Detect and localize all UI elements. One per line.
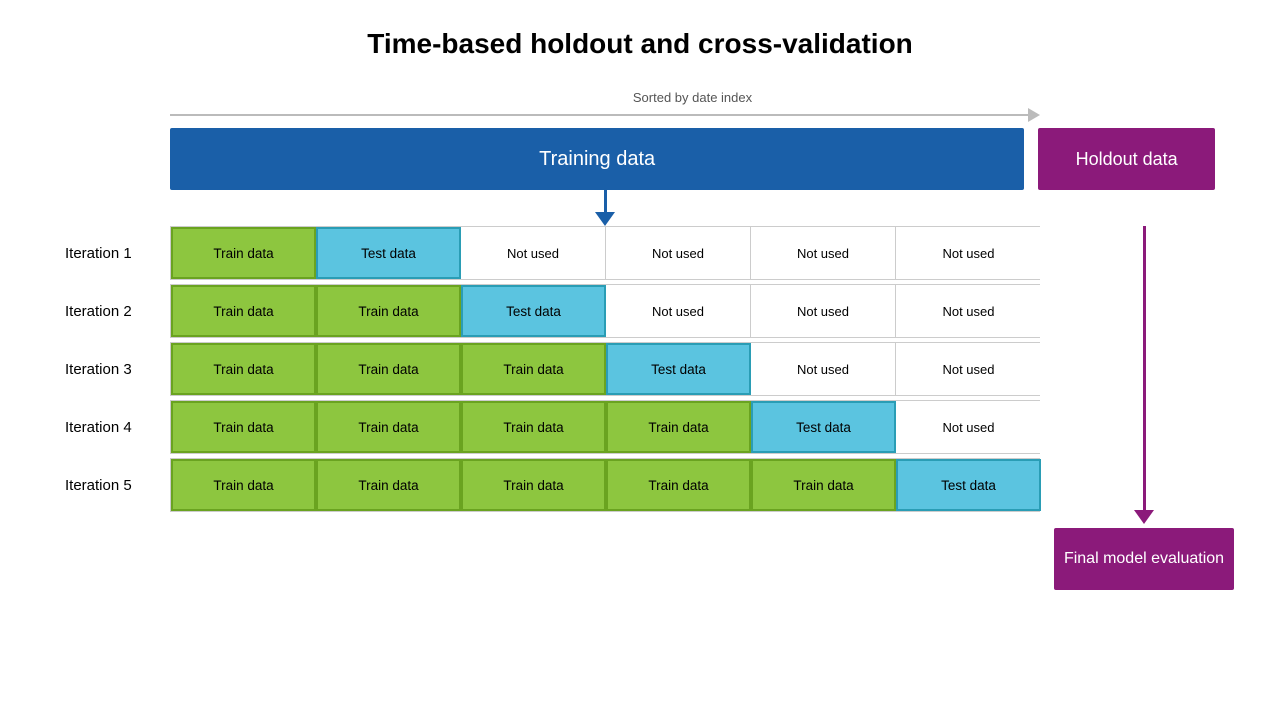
cell-unused: Not used [751,285,896,337]
cell-unused: Not used [606,227,751,279]
cell-train: Train data [751,459,896,511]
iteration-row: Iteration 5Train dataTrain dataTrain dat… [65,458,1040,512]
cell-train: Train data [316,401,461,453]
iteration-row: Iteration 1Train dataTest dataNot usedNo… [65,226,1040,280]
top-data-row: Training data Holdout data [65,128,1215,190]
holdout-bar: Holdout data [1038,128,1215,190]
cells-group: Train dataTest dataNot usedNot usedNot u… [170,226,1040,280]
sorted-label: Sorted by date index [65,90,1215,105]
down-arrow [595,190,615,226]
cells-group: Train dataTrain dataTest dataNot usedNot… [170,284,1040,338]
page-title: Time-based holdout and cross-validation [367,28,913,60]
iterations-and-right: Iteration 1Train dataTest dataNot usedNo… [65,226,1215,590]
horizontal-arrow [170,107,1040,123]
cell-unused: Not used [896,285,1041,337]
iteration-row: Iteration 2Train dataTrain dataTest data… [65,284,1040,338]
cell-unused: Not used [896,401,1041,453]
arrow-tip [1028,108,1040,122]
iterations-section: Iteration 1Train dataTest dataNot usedNo… [65,226,1040,512]
cells-group: Train dataTrain dataTrain dataTrain data… [170,458,1040,512]
cell-train: Train data [606,401,751,453]
cell-train: Train data [316,459,461,511]
cell-unused: Not used [751,227,896,279]
right-arrow-line [1143,226,1146,510]
cell-unused: Not used [751,343,896,395]
iteration-row: Iteration 4Train dataTrain dataTrain dat… [65,400,1040,454]
down-arrow-head [595,212,615,226]
cell-train: Train data [316,343,461,395]
sorted-arrow-row [65,107,1215,123]
cell-test: Test data [316,227,461,279]
cell-test: Test data [751,401,896,453]
right-arrow-head [1134,510,1154,524]
cells-group: Train dataTrain dataTrain dataTest dataN… [170,342,1040,396]
iteration-label: Iteration 3 [65,361,170,378]
right-section: Final model evaluation [1054,226,1234,590]
iteration-label: Iteration 4 [65,419,170,436]
cell-train: Train data [316,285,461,337]
cell-test: Test data [896,459,1041,511]
cell-train: Train data [606,459,751,511]
iteration-label: Iteration 2 [65,303,170,320]
cell-train: Train data [171,227,316,279]
down-arrow-line [604,190,607,212]
cell-train: Train data [171,459,316,511]
cell-test: Test data [606,343,751,395]
cell-unused: Not used [606,285,751,337]
cell-test: Test data [461,285,606,337]
training-bar: Training data [170,128,1024,190]
iteration-label: Iteration 1 [65,245,170,262]
arrow-line [170,114,1028,116]
right-arrow-container [1134,226,1154,524]
final-eval-box: Final model evaluation [1054,528,1234,590]
iteration-row: Iteration 3Train dataTrain dataTrain dat… [65,342,1040,396]
cell-train: Train data [171,401,316,453]
down-arrow-container [65,190,1215,226]
cells-group: Train dataTrain dataTrain dataTrain data… [170,400,1040,454]
cell-train: Train data [461,343,606,395]
cell-unused: Not used [896,227,1041,279]
page-container: Time-based holdout and cross-validation … [0,0,1280,712]
iteration-label: Iteration 5 [65,477,170,494]
cell-train: Train data [171,343,316,395]
cell-unused: Not used [461,227,606,279]
down-arrow-wrapper [170,190,1040,226]
cell-train: Train data [461,401,606,453]
cell-unused: Not used [896,343,1041,395]
cell-train: Train data [171,285,316,337]
cell-train: Train data [461,459,606,511]
